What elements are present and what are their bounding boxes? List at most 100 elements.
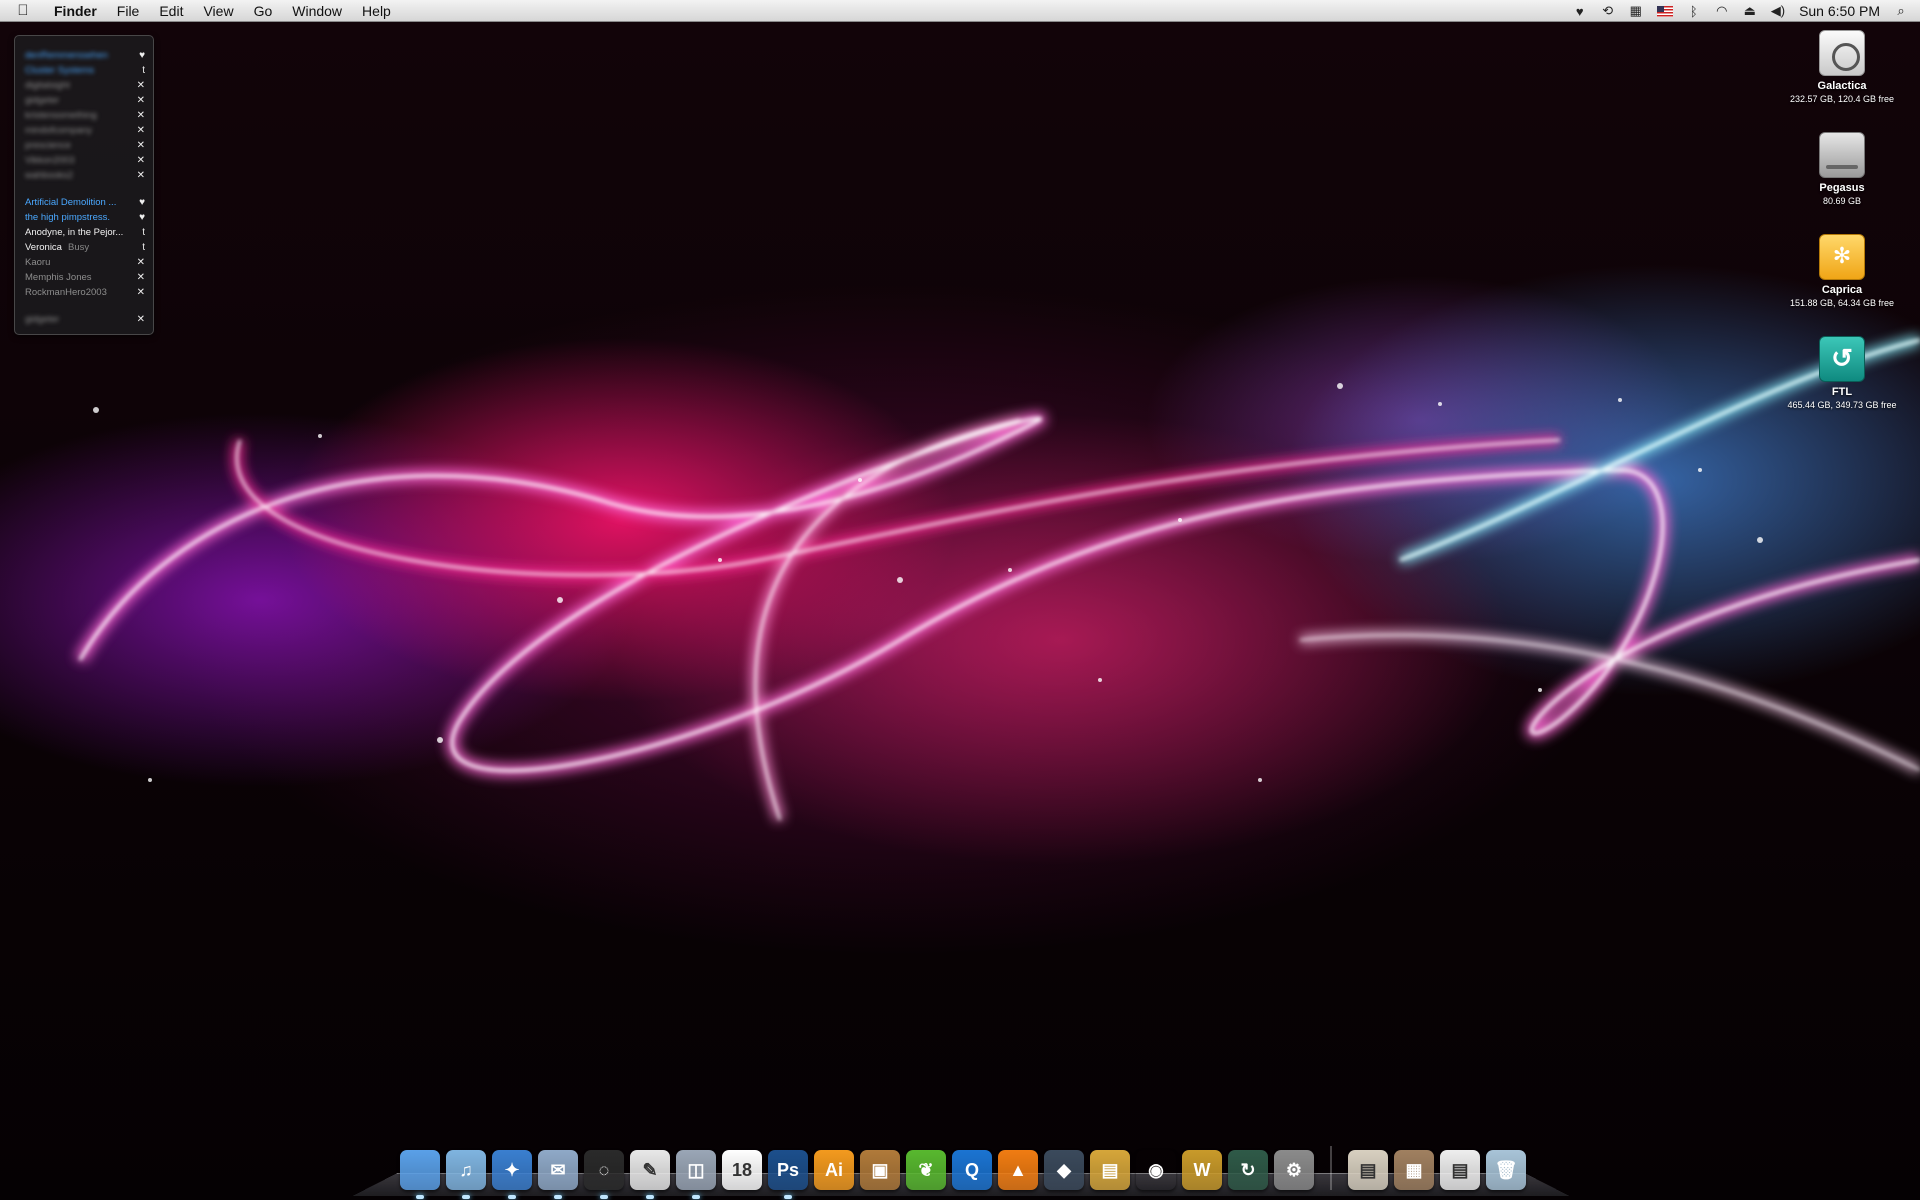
buddy-name: Memphis Jones [25,272,92,283]
buddy-row[interactable]: prescience ✕ [15,138,153,153]
preview-icon[interactable]: ◫ [676,1150,716,1199]
buddy-name: Cluster Systems [25,65,95,76]
menu-edit[interactable]: Edit [149,0,193,22]
wallpaper [74,335,1920,822]
offline-x-icon: ✕ [136,140,145,151]
buddy-row[interactable]: Kaoru ✕ [15,255,153,270]
buddy-row[interactable]: RockmanHero2003 ✕ [15,285,153,300]
time-machine-icon[interactable]: ↻ [1228,1150,1268,1190]
quicktime-icon[interactable]: Q [952,1150,992,1190]
spotlight-icon[interactable]: ⌕ [1894,3,1908,19]
heart-icon[interactable]: ♥ [1573,4,1587,19]
buddy-name: kristensomething [25,110,97,121]
buddy-row[interactable]: the high pimpstress. ♥ [15,210,153,225]
buddy-row[interactable]: Veronica Busy t [15,240,153,255]
downloads-stack-icon[interactable]: ▤ [1440,1150,1480,1190]
buddy-row[interactable]: gidgeter ✕ [15,93,153,108]
buddy-group-3: gidgeter ✕ [15,312,153,327]
twitter-icon: t [142,227,145,238]
buddy-row[interactable]: kristensomething ✕ [15,108,153,123]
menu-view[interactable]: View [193,0,243,22]
flag-icon[interactable] [1656,5,1673,17]
offline-x-icon: ✕ [136,110,145,121]
dock-item-glyph: ❦ [918,1159,934,1180]
menu-clock[interactable]: Sun 6:50 PM [1799,3,1880,19]
firewire-drive-icon [1819,234,1865,280]
dock-item-glyph: ▤ [1101,1159,1119,1180]
buddy-row[interactable]: Memphis Jones ✕ [15,270,153,285]
buddy-name: Artificial Demolition ... [25,197,117,208]
safari-icon[interactable]: ✦ [492,1150,532,1199]
menu-window[interactable]: Window [282,0,352,22]
dock-item-glyph: 🗑 [1494,1159,1518,1180]
iphoto-icon[interactable]: ▣ [860,1150,900,1190]
finder-icon[interactable] [400,1150,440,1199]
trash-icon[interactable]: 🗑 [1486,1150,1526,1190]
time-machine-icon[interactable]: ⟲ [1601,3,1615,19]
eject-icon[interactable]: ⏏ [1743,3,1757,19]
buddy-name: Veronica [25,242,62,253]
drive-info: 465.44 GB, 349.73 GB free [1787,400,1897,410]
dock-item-glyph: ◉ [1148,1159,1164,1180]
transmit-icon[interactable]: ▤ [1090,1150,1130,1190]
buddy-group-spacer [15,183,153,195]
pictures-stack-icon[interactable]: ▦ [1394,1150,1434,1190]
input-menu-icon[interactable]: ▦ [1629,3,1643,19]
buddy-name: gidgeter [25,95,60,106]
drive-caprica[interactable]: Caprica 151.88 GB, 64.34 GB free [1772,234,1912,308]
buddy-name: Vikkon2003 [25,155,75,166]
drive-info: 151.88 GB, 64.34 GB free [1789,298,1895,308]
ical-icon[interactable]: 18 [722,1150,762,1190]
documents-stack-icon[interactable]: ▤ [1348,1150,1388,1190]
mail-icon[interactable]: ✉ [538,1150,578,1199]
ical-red-icon[interactable]: ◉ [1136,1150,1176,1190]
buddy-row[interactable]: denRemmerssehen ♥ [15,48,153,63]
drive-info: 80.69 GB [1822,196,1862,206]
textedit-icon[interactable]: ✎ [630,1150,670,1199]
buddy-row[interactable]: mindofcompany ✕ [15,123,153,138]
warcraft-icon[interactable]: W [1182,1150,1222,1190]
offline-x-icon: ✕ [136,272,145,283]
adium-icon[interactable]: ◌ [584,1150,624,1199]
drive-galactica[interactable]: Galactica 232.57 GB, 120.4 GB free [1772,30,1912,104]
vlc-icon[interactable]: ▲ [998,1150,1038,1190]
internal-hd-icon [1819,30,1865,76]
photoshop-icon[interactable]: Ps [768,1150,808,1199]
volume-icon[interactable]: ◀) [1771,3,1785,19]
menu-go[interactable]: Go [244,0,283,22]
itunes-icon[interactable]: ♫ [446,1150,486,1199]
buddy-name: digitalsight [25,80,70,91]
buddy-row[interactable]: digitalsight ✕ [15,78,153,93]
leaf-icon[interactable]: ❦ [906,1150,946,1190]
buddy-row[interactable]: Artificial Demolition ... ♥ [15,195,153,210]
illustrator-icon[interactable]: Ai [814,1150,854,1190]
buddy-row[interactable]: Cluster Systems t [15,63,153,78]
offline-x-icon: ✕ [136,80,145,91]
buddy-row[interactable]: wahbooks2 ✕ [15,168,153,183]
bluetooth-icon[interactable]: ᛒ [1687,4,1701,19]
menu-help[interactable]: Help [352,0,401,22]
dock-item-glyph: ✎ [642,1159,658,1180]
apple-menu-icon[interactable]:  [0,2,46,19]
menu-app-name[interactable]: Finder [46,3,107,19]
drive-ftl[interactable]: FTL 465.44 GB, 349.73 GB free [1772,336,1912,410]
buddy-group-1: denRemmerssehen ♥ Cluster Systems t digitals… [15,48,153,183]
offline-x-icon: ✕ [136,314,145,325]
time-machine-drive-icon [1819,336,1865,382]
utility-icon[interactable]: ◆ [1044,1150,1084,1190]
buddy-row[interactable]: Vikkon2003 ✕ [15,153,153,168]
buddy-row[interactable]: Anodyne, in the Pejor... t [15,225,153,240]
drive-pegasus[interactable]: Pegasus 80.69 GB [1772,132,1912,206]
twitter-icon: t [142,65,145,76]
menu-file[interactable]: File [107,0,150,22]
dock-item-glyph: W [1193,1159,1211,1180]
dock: ♫ ✦ ✉ ◌ ✎ ◫ 18 Ps Ai ▣ ❦ Q ▲ ◆ ▤ ◉ W ↻ ⚙ ▤ ▦ ▤ 🗑 [400,1140,1526,1199]
buddy-row[interactable]: gidgeter ✕ [15,312,153,327]
running-indicator [462,1195,470,1199]
offline-x-icon: ✕ [136,95,145,106]
system-preferences-icon[interactable]: ⚙ [1274,1150,1314,1190]
buddy-name: RockmanHero2003 [25,287,107,298]
dock-item-glyph: ▤ [1359,1159,1377,1180]
wifi-icon[interactable]: ◠ [1715,3,1729,19]
menu-extras: ♥ ⟲ ▦ ᛒ ◠ ⏏ ◀) Sun 6:50 PM ⌕ [1573,0,1920,22]
